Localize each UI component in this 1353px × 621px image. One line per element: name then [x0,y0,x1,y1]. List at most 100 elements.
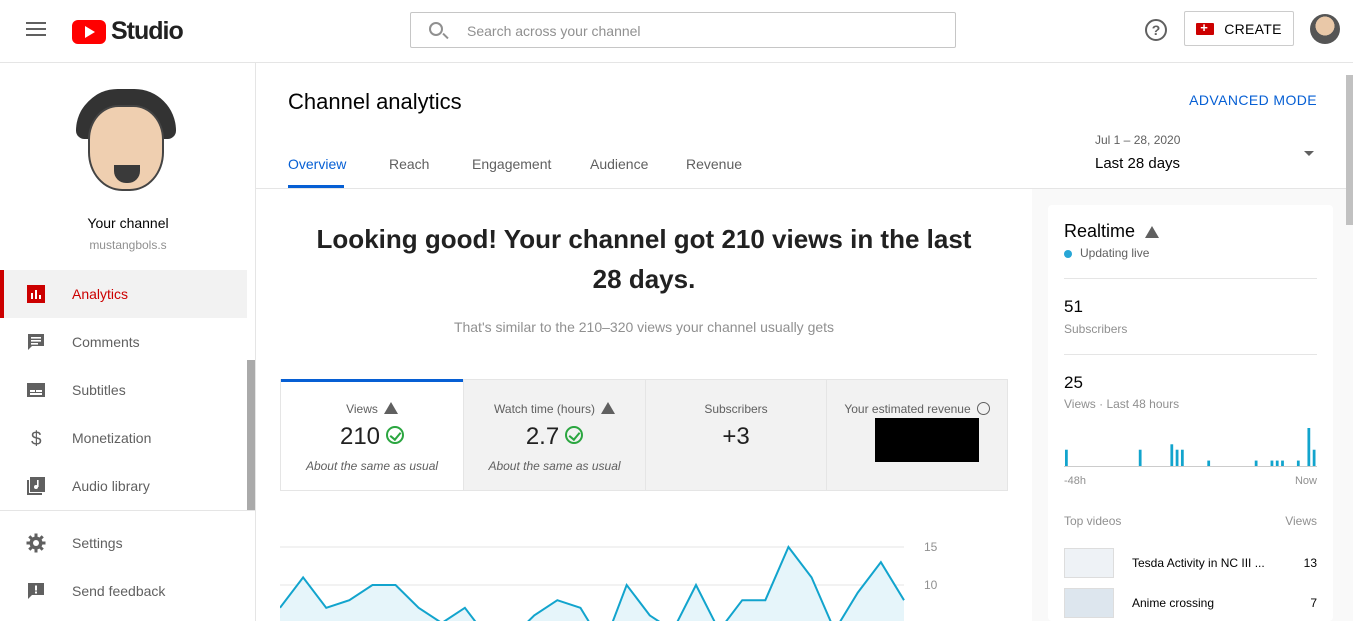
metric-card-watch-time[interactable]: Watch time (hours) 2.7 About the same as… [463,380,645,490]
overview-content: Looking good! Your channel got 210 views… [256,189,1032,621]
sidebar-item-analytics[interactable]: Analytics [0,270,247,318]
metric-card-views[interactable]: Views 210 About the same as usual [281,379,463,490]
realtime-bar-chart [1064,428,1317,467]
chevron-down-icon[interactable] [1304,151,1314,156]
audio-library-icon [27,477,45,495]
sidebar-item-audio-library[interactable]: Audio library [0,462,247,510]
svg-text:$: $ [31,429,42,448]
search-icon[interactable] [429,22,443,36]
metric-card-subscribers[interactable]: Subscribers +3 [645,380,826,490]
video-views: 7 [1310,596,1317,610]
help-icon[interactable]: ? [1145,19,1167,41]
check-circle-icon [565,426,584,444]
sidebar-item-label: Send feedback [72,583,166,599]
video-title[interactable]: Anime crossing [1132,596,1282,610]
date-range-label[interactable]: Last 28 days [1095,155,1180,172]
menu-icon[interactable] [26,22,46,38]
realtime-title: Realtime [1064,221,1136,241]
realtime-bar [1254,460,1258,466]
clock-icon [976,402,990,415]
live-indicator [1064,250,1072,258]
divider [1064,354,1317,355]
video-thumbnail[interactable] [1064,548,1114,578]
dollar-icon: $ [31,429,42,448]
sidebar-divider [0,510,256,511]
realtime-bar [1170,444,1174,466]
channel-name[interactable]: Your channel [0,215,256,231]
realtime-bar [1180,449,1184,466]
sidebar-item-label: Analytics [72,286,129,302]
date-range-dates[interactable]: Jul 1 – 28, 2020 [1095,133,1180,147]
card-value: 210 [339,423,381,450]
sidebar-item-comments[interactable]: Comments [0,318,247,366]
realtime-panel: Realtime Updating live 51 Subscribers 25… [1048,205,1333,621]
card-value: +3 [722,423,750,450]
realtime-bar [1281,460,1284,466]
subtitles-icon [27,383,45,397]
sidebar-item-send-feedback[interactable]: Send feedback [0,567,247,615]
sidebar: Your channel mustangbols.s Analytics Com… [0,63,256,621]
search-box[interactable] [410,12,956,48]
gear-icon [26,533,46,553]
advanced-mode-link[interactable]: ADVANCED MODE [1189,92,1317,108]
tab-audience[interactable]: Audience [590,156,648,172]
subscribers-count: 51 [1064,297,1083,316]
active-tab-indicator [288,185,344,188]
summary-subline: That's similar to the 210–320 views your… [453,319,835,335]
sidebar-item-label: Audio library [72,478,150,494]
sidebar-item-monetization[interactable]: $ Monetization [0,414,247,462]
axis-start-label: -48h [1064,475,1087,487]
account-avatar[interactable] [1310,14,1340,44]
realtime-bar [1207,460,1211,466]
check-circle-icon [386,426,405,444]
tab-overview[interactable]: Overview [288,156,346,172]
views-chart: 1510 [280,540,938,621]
channel-handle: mustangbols.s [89,238,167,252]
create-label: CREATE [1224,20,1282,37]
tab-revenue[interactable]: Revenue [686,156,742,172]
tab-engagement[interactable]: Engagement [472,156,551,172]
realtime-bar [1296,460,1300,466]
analytics-header: Channel analytics ADVANCED MODE Jul 1 – … [256,63,1353,189]
page-scrollbar[interactable] [1346,75,1353,225]
sidebar-item-label: Comments [72,334,140,350]
warning-icon[interactable] [1145,226,1160,238]
card-label: Your estimated revenue [844,402,971,416]
channel-avatar[interactable] [72,85,184,197]
realtime-bar [1138,449,1142,466]
y-tick-label: 10 [924,578,938,592]
top-video-row[interactable]: Anime crossing 7 [1064,588,1317,620]
warning-icon[interactable] [383,402,398,414]
video-title[interactable]: Tesda Activity in NC III ... [1132,556,1282,570]
realtime-status: Updating live [1080,246,1150,260]
subscribers-label: Subscribers [1064,322,1128,336]
warning-icon[interactable] [600,402,615,414]
video-thumbnail[interactable] [1064,588,1114,618]
create-button[interactable]: CREATE [1184,11,1294,46]
sidebar-item-settings[interactable]: Settings [0,519,247,567]
top-video-row[interactable]: Tesda Activity in NC III ... 13 [1064,548,1317,580]
realtime-bar [1175,449,1179,466]
studio-logo[interactable]: Studio [72,17,184,46]
realtime-bar [1270,460,1274,466]
realtime-bar [1065,449,1068,466]
search-input[interactable] [467,21,937,41]
card-note: About the same as usual [305,459,439,473]
sidebar-item-label: Monetization [72,430,152,446]
tab-reach[interactable]: Reach [389,156,429,172]
metric-card-revenue[interactable]: Your estimated revenue [826,380,1007,490]
redacted-value [875,418,979,462]
card-label: Subscribers [704,402,768,416]
card-note: About the same as usual [488,459,621,473]
realtime-bar [1307,428,1311,466]
create-video-icon [1196,20,1215,35]
metric-cards: Views 210 About the same as usual Watch … [280,379,1008,491]
sidebar-scrollbar[interactable] [247,360,255,510]
views-count: 25 [1064,373,1083,392]
logo-text: Studio [111,17,184,45]
card-label: Views [346,402,378,416]
sidebar-item-subtitles[interactable]: Subtitles [0,366,247,414]
video-views: 13 [1303,556,1317,570]
top-bar: Studio ? CREATE [0,0,1353,63]
divider [1064,278,1317,279]
